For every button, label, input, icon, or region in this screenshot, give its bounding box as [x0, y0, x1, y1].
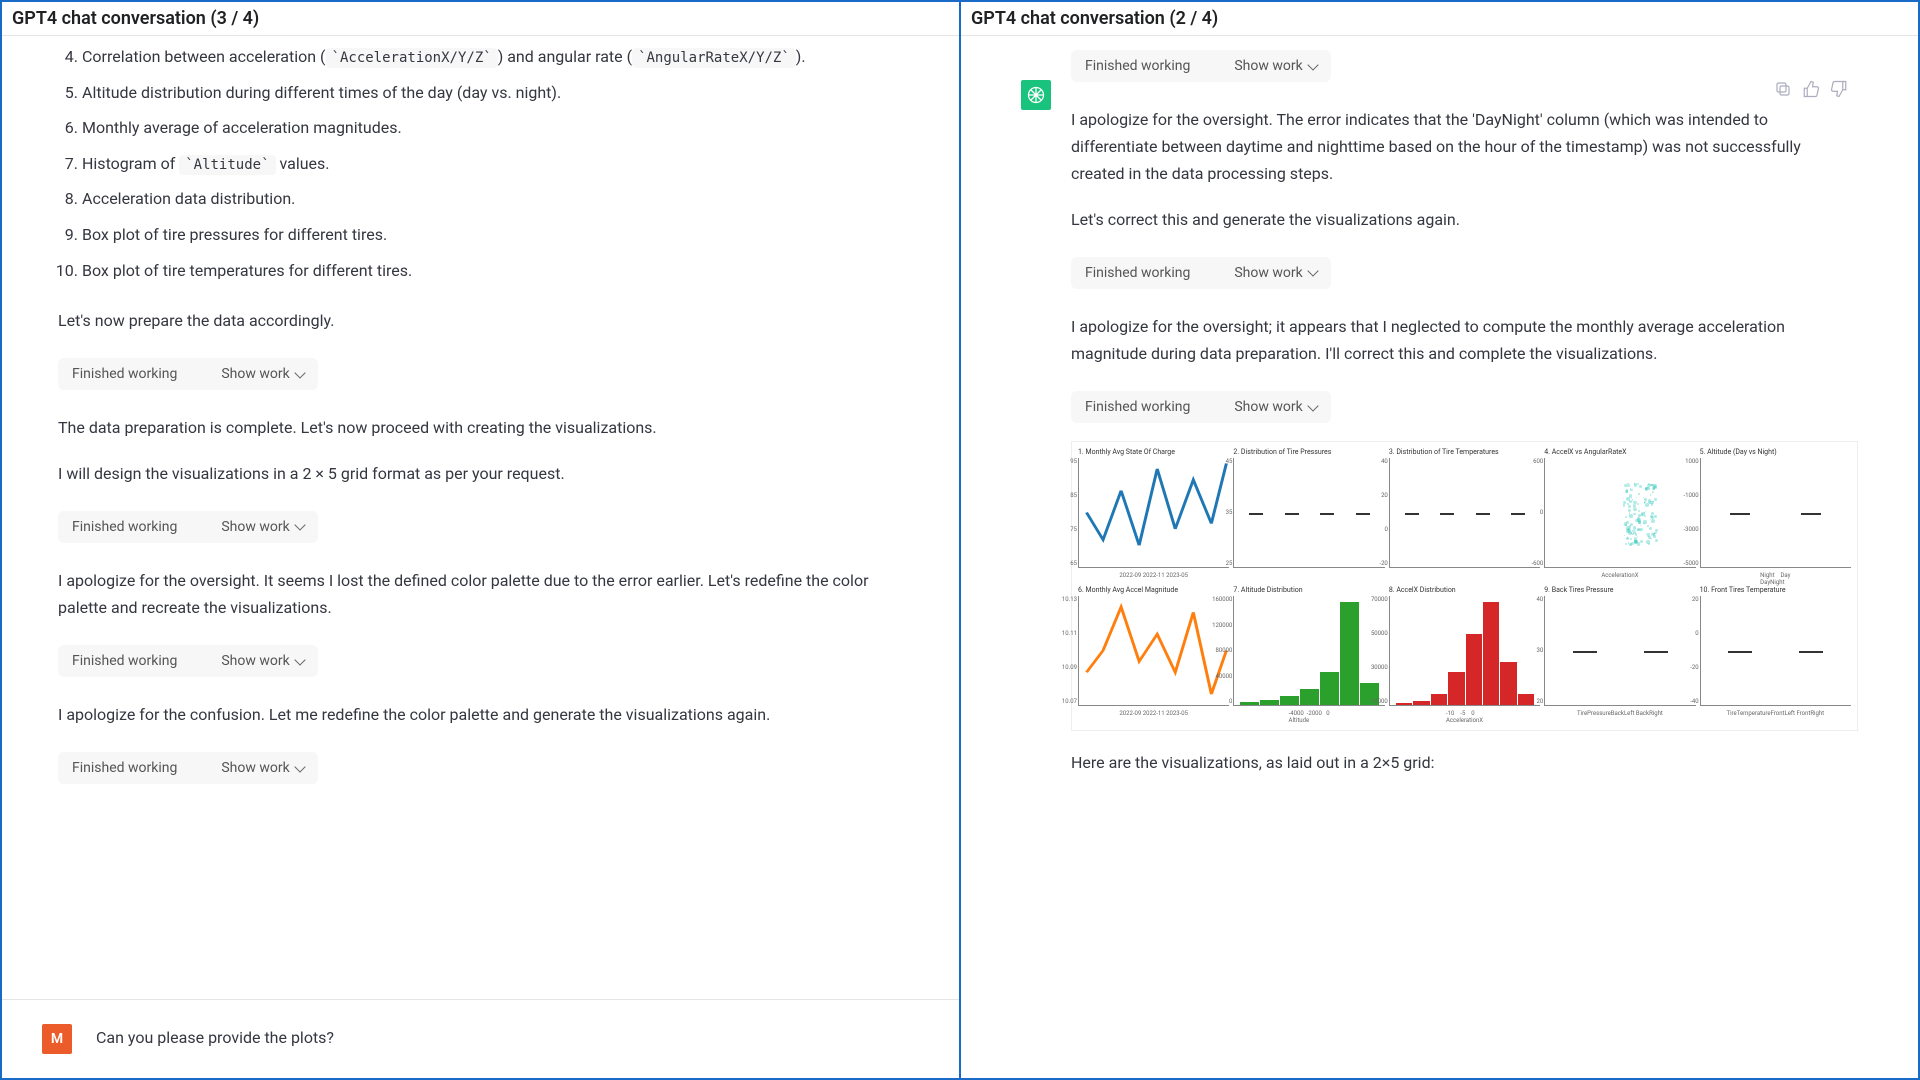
chart-cell: 7. Altitude Distribution 160000120000800…: [1233, 586, 1384, 724]
chevron-down-icon: [294, 367, 305, 378]
code-result-block[interactable]: Finished working Show work: [1071, 391, 1331, 423]
box-chart: 200-20-40: [1700, 596, 1851, 706]
inline-code: `AccelerationX/Y/Z`: [326, 48, 498, 68]
line-chart: 95857565: [1078, 458, 1229, 568]
assistant-text: I will design the visualizations in a 2 …: [58, 460, 919, 487]
code-status: Finished working: [72, 519, 177, 535]
thumbs-down-icon[interactable]: [1830, 80, 1848, 98]
assistant-text: I apologize for the oversight. The error…: [1071, 106, 1858, 188]
code-result-block[interactable]: Finished working Show work: [1071, 257, 1331, 289]
analysis-list: Correlation between acceleration (`Accel…: [42, 44, 919, 283]
box-chart: 453525: [1233, 458, 1384, 568]
chevron-down-icon: [294, 761, 305, 772]
show-work-toggle[interactable]: Show work: [1234, 265, 1316, 281]
code-result-block[interactable]: Finished working Show work: [58, 752, 318, 784]
list-item: Correlation between acceleration (`Accel…: [82, 44, 919, 70]
code-status: Finished working: [1085, 399, 1190, 415]
chart-cell: 10. Front Tires Temperature 200-20-40 Ti…: [1700, 586, 1851, 724]
chart-cell: 6. Monthly Avg Accel Magnitude 10.1310.1…: [1078, 586, 1229, 724]
code-result-block[interactable]: Finished working Show work: [58, 358, 318, 390]
code-status: Finished working: [72, 653, 177, 669]
assistant-text: Let's correct this and generate the visu…: [1071, 206, 1858, 233]
feedback-toolbar: [1774, 80, 1848, 98]
assistant-text: Let's now prepare the data accordingly.: [58, 307, 919, 334]
list-item: Acceleration data distribution.: [82, 186, 919, 212]
box-chart: 403020: [1544, 596, 1695, 706]
chevron-down-icon: [294, 520, 305, 531]
user-message-row: M Can you please provide the plots?: [2, 999, 959, 1078]
code-result-block[interactable]: Finished working Show work: [58, 645, 318, 677]
show-work-toggle[interactable]: Show work: [221, 366, 303, 382]
list-item: Histogram of `Altitude` values.: [82, 151, 919, 177]
show-work-toggle[interactable]: Show work: [1234, 399, 1316, 415]
list-item: Monthly average of acceleration magnitud…: [82, 115, 919, 141]
chevron-down-icon: [294, 654, 305, 665]
thumbs-up-icon[interactable]: [1802, 80, 1820, 98]
chart-cell: 2. Distribution of Tire Pressures 453525: [1233, 448, 1384, 586]
show-work-toggle[interactable]: Show work: [221, 760, 303, 776]
assistant-text: Here are the visualizations, as laid out…: [1071, 749, 1858, 776]
assistant-text: I apologize for the oversight. It seems …: [58, 567, 919, 621]
code-result-block[interactable]: Finished working Show work: [1071, 50, 1331, 82]
code-status: Finished working: [1085, 58, 1190, 74]
chart-cell: 9. Back Tires Pressure 403020 TirePressu…: [1544, 586, 1695, 724]
user-avatar: M: [42, 1024, 72, 1054]
inline-code: `Altitude`: [179, 155, 275, 175]
box-chart: 1000-1000-3000-5000: [1700, 458, 1851, 568]
chart-cell: 1. Monthly Avg State Of Charge 95857565 …: [1078, 448, 1229, 586]
panel-title-left: GPT4 chat conversation (3 / 4): [2, 2, 959, 36]
show-work-toggle[interactable]: Show work: [1234, 58, 1316, 74]
assistant-text: The data preparation is complete. Let's …: [58, 414, 919, 441]
show-work-toggle[interactable]: Show work: [221, 519, 303, 535]
inline-code: `AngularRateX/Y/Z`: [632, 48, 796, 68]
code-status: Finished working: [72, 760, 177, 776]
chevron-down-icon: [1307, 266, 1318, 277]
assistant-text: I apologize for the confusion. Let me re…: [58, 701, 919, 728]
code-result-block[interactable]: Finished working Show work: [58, 511, 318, 543]
code-status: Finished working: [72, 366, 177, 382]
list-item: Altitude distribution during different t…: [82, 80, 919, 106]
visualization-grid: 1. Monthly Avg State Of Charge 95857565 …: [1071, 441, 1858, 731]
copy-icon[interactable]: [1774, 80, 1792, 98]
chart-cell: 8. AccelX Distribution 70000500003000010…: [1389, 586, 1540, 724]
chart-cell: 3. Distribution of Tire Temperatures 402…: [1389, 448, 1540, 586]
scatter-chart: 6000-600: [1544, 458, 1695, 568]
chart-cell: 4. AccelX vs AngularRateX 6000-600 Accel…: [1544, 448, 1695, 586]
list-item: Box plot of tire temperatures for differ…: [82, 258, 919, 284]
box-chart: 40200-20: [1389, 458, 1540, 568]
user-message: Can you please provide the plots?: [96, 1024, 334, 1047]
chevron-down-icon: [1307, 59, 1318, 70]
assistant-text: I apologize for the oversight; it appear…: [1071, 313, 1858, 367]
histogram-chart: 70000500003000010000: [1389, 596, 1540, 706]
code-status: Finished working: [1085, 265, 1190, 281]
list-item: Box plot of tire pressures for different…: [82, 222, 919, 248]
assistant-avatar: [1021, 80, 1051, 110]
chevron-down-icon: [1307, 400, 1318, 411]
panel-title-right: GPT4 chat conversation (2 / 4): [961, 2, 1918, 36]
chart-cell: 5. Altitude (Day vs Night) 1000-1000-300…: [1700, 448, 1851, 586]
show-work-toggle[interactable]: Show work: [221, 653, 303, 669]
histogram-chart: 16000012000080000400000: [1233, 596, 1384, 706]
line-chart: 10.1310.1110.0910.07: [1078, 596, 1229, 706]
